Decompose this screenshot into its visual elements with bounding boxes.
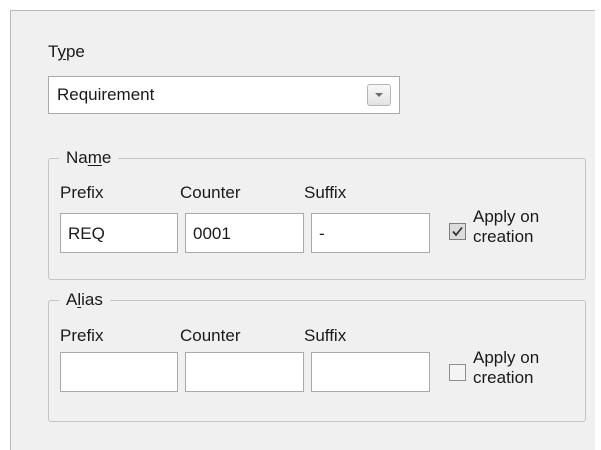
alias-counter-input[interactable] (185, 352, 304, 392)
name-suffix-input[interactable]: - (311, 213, 430, 253)
name-counter-label: Counter (180, 183, 241, 202)
type-dropdown[interactable]: Requirement (48, 76, 400, 114)
name-apply-checkbox[interactable] (449, 223, 466, 240)
alias-prefix-input[interactable] (60, 352, 178, 392)
alias-apply-label-line1: Apply on (473, 348, 540, 367)
name-counter-value: 0001 (193, 224, 231, 243)
checkmark-icon (452, 226, 463, 237)
alias-apply-label-line2: creation (473, 368, 534, 387)
alias-prefix-label: Prefix (60, 326, 104, 345)
alias-suffix-label: Suffix (304, 326, 347, 345)
name-apply-label-line2: creation (473, 227, 534, 246)
name-apply-label-line1: Apply on (473, 207, 540, 226)
alias-apply-checkbox[interactable] (449, 364, 466, 381)
alias-counter-label: Counter (180, 326, 241, 345)
name-prefix-input[interactable]: REQ (60, 213, 178, 253)
name-legend-end: e (101, 148, 112, 167)
alias-suffix-input[interactable] (311, 352, 430, 392)
type-label: Type (48, 42, 85, 62)
name-legend-start: Na (66, 148, 88, 167)
name-counter-input[interactable]: 0001 (185, 213, 304, 253)
name-suffix-label: Suffix (304, 183, 347, 202)
type-selected-value: Requirement (57, 85, 155, 104)
name-group-legend: Name (59, 147, 119, 169)
alias-legend-end: ias (81, 290, 103, 309)
type-label-mnemonic: y (57, 42, 66, 61)
type-label-end: pe (65, 42, 85, 61)
alias-legend-start: A (66, 290, 78, 309)
name-prefix-label: Prefix (60, 183, 104, 202)
alias-apply-label[interactable]: Apply on creation (473, 348, 539, 388)
name-suffix-value: - (319, 224, 325, 243)
chevron-down-icon (375, 93, 383, 97)
name-prefix-value: REQ (68, 224, 105, 243)
name-legend-mnemonic: m (87, 148, 102, 167)
type-dropdown-button[interactable] (367, 84, 391, 106)
name-apply-label[interactable]: Apply on creation (473, 207, 539, 247)
alias-group-legend: Alias (59, 289, 110, 311)
